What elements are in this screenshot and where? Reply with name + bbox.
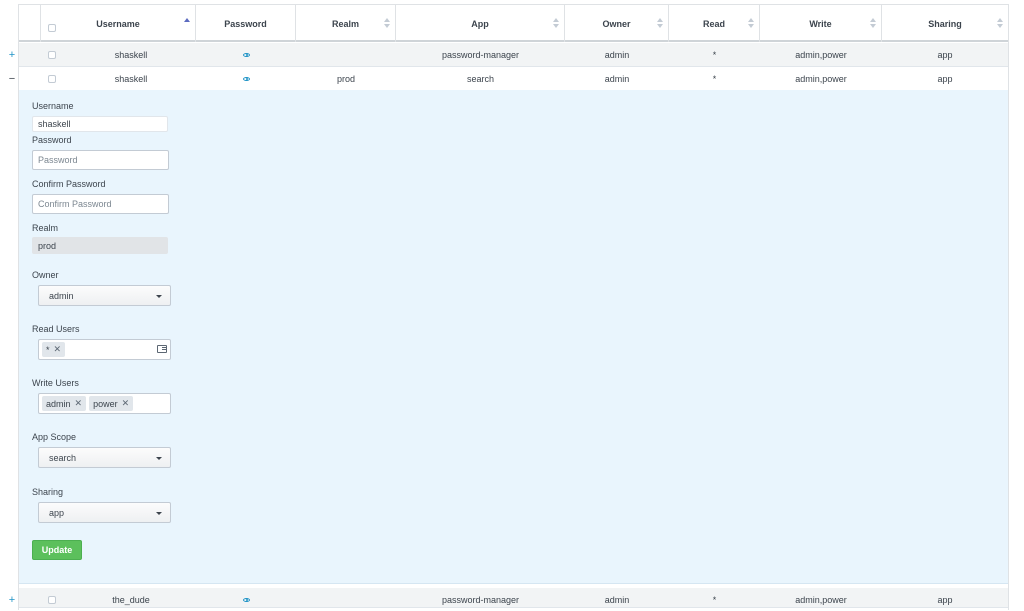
- table-row: + shaskell password-manager admin * admi…: [9, 43, 1008, 67]
- write-user-chip: admin ✕: [42, 396, 87, 411]
- owner-label: Owner: [32, 270, 59, 280]
- sort-ascending-icon[interactable]: [184, 18, 190, 29]
- cell-owner: admin: [604, 73, 630, 84]
- cell-username: the_dude: [112, 594, 150, 605]
- chip-label: power: [93, 398, 118, 409]
- chip-label: admin: [46, 398, 71, 409]
- table-header: Username Password Realm App Owner Read W…: [19, 4, 1008, 42]
- column-header-write[interactable]: Write: [760, 5, 882, 42]
- sort-icon[interactable]: [384, 18, 390, 29]
- cell-realm: [296, 43, 396, 66]
- cell-sharing: app: [937, 49, 953, 60]
- write-user-chip: power ✕: [89, 396, 134, 411]
- eye-icon[interactable]: [242, 52, 250, 57]
- column-label: Username: [96, 18, 140, 29]
- cell-write: admin,power: [795, 594, 847, 605]
- password-field[interactable]: Password: [32, 150, 169, 170]
- app-scope-selected-value: search: [49, 452, 77, 463]
- username-field[interactable]: shaskell: [32, 116, 168, 132]
- cell-sharing: app: [937, 73, 953, 84]
- read-user-chip: * ✕: [42, 342, 66, 357]
- column-header-read[interactable]: Read: [669, 5, 760, 42]
- column-header-realm[interactable]: Realm: [296, 5, 396, 42]
- app-scope-label: App Scope: [32, 432, 77, 442]
- realm-label: Realm: [32, 223, 59, 233]
- select-all-header: [19, 5, 41, 42]
- column-label: Read: [702, 18, 725, 29]
- cell-password: [196, 67, 296, 90]
- owner-dropdown[interactable]: admin: [38, 285, 171, 306]
- caret-down-icon: [156, 457, 162, 460]
- column-label: Sharing: [928, 18, 962, 29]
- sort-icon[interactable]: [997, 18, 1003, 29]
- expand-row-button[interactable]: +: [7, 588, 17, 611]
- cell-owner: admin: [604, 594, 630, 605]
- write-users-input[interactable]: admin ✕ power ✕: [38, 393, 171, 414]
- sort-icon[interactable]: [657, 18, 663, 29]
- chip-label: *: [46, 344, 50, 355]
- cell-app: search: [466, 73, 494, 84]
- credentials-table: Username Password Realm App Owner Read W…: [9, 4, 1009, 611]
- cell-username: shaskell: [114, 49, 148, 60]
- cell-owner: admin: [604, 49, 630, 60]
- column-header-app[interactable]: App: [396, 5, 565, 42]
- cell-sharing: app: [937, 594, 953, 605]
- column-header-username[interactable]: Username: [41, 5, 196, 42]
- password-label: Password: [32, 135, 72, 145]
- eye-icon[interactable]: [242, 76, 250, 81]
- sort-icon[interactable]: [870, 18, 876, 29]
- cell-password: [196, 588, 296, 611]
- table-row: + the_dude password-manager admin * admi…: [9, 584, 1008, 611]
- cell-realm: [296, 588, 396, 611]
- remove-chip-icon[interactable]: ✕: [54, 344, 62, 355]
- sort-icon[interactable]: [553, 18, 559, 29]
- table-row: − shaskell prod search admin * admin,pow…: [9, 67, 1008, 91]
- sort-icon[interactable]: [748, 18, 754, 29]
- cell-password: [196, 43, 296, 66]
- edit-credential-form: Username shaskell Password Password Conf…: [19, 90, 1008, 584]
- sharing-selected-value: app: [49, 507, 65, 518]
- column-label: Write: [809, 18, 832, 29]
- sharing-dropdown[interactable]: app: [38, 502, 171, 523]
- read-users-input[interactable]: * ✕: [38, 339, 171, 360]
- cell-read: *: [712, 594, 717, 605]
- remove-chip-icon[interactable]: ✕: [75, 398, 83, 409]
- column-label: App: [471, 18, 489, 29]
- update-button[interactable]: Update: [32, 540, 82, 560]
- column-label: Owner: [602, 18, 631, 29]
- cell-read: *: [712, 73, 717, 84]
- realm-field: prod: [32, 237, 168, 254]
- expand-row-button[interactable]: +: [7, 43, 17, 66]
- cell-realm: prod: [336, 73, 355, 84]
- column-label: Password: [224, 18, 267, 29]
- column-label: Realm: [331, 18, 359, 29]
- confirm-password-label: Confirm Password: [32, 179, 106, 189]
- column-header-owner[interactable]: Owner: [565, 5, 669, 42]
- remove-chip-icon[interactable]: ✕: [122, 398, 130, 409]
- cell-write: admin,power: [795, 49, 847, 60]
- read-users-label: Read Users: [32, 324, 80, 334]
- app-scope-dropdown[interactable]: search: [38, 447, 171, 468]
- select-all-checkbox[interactable]: [48, 24, 56, 32]
- caret-down-icon: [156, 295, 162, 298]
- write-users-label: Write Users: [32, 378, 79, 388]
- caret-down-icon: [156, 512, 162, 515]
- eye-icon[interactable]: [242, 597, 250, 602]
- collapse-row-button[interactable]: −: [7, 67, 17, 90]
- cell-write: admin,power: [795, 73, 847, 84]
- username-label: Username: [32, 101, 74, 111]
- sharing-label: Sharing: [32, 487, 64, 497]
- column-header-password[interactable]: Password: [196, 5, 296, 42]
- cell-app: password-manager: [441, 594, 520, 605]
- confirm-password-field[interactable]: Confirm Password: [32, 194, 169, 214]
- column-header-sharing[interactable]: Sharing: [882, 5, 1008, 42]
- list-icon[interactable]: [157, 345, 167, 353]
- cell-read: *: [712, 49, 717, 60]
- cell-app: password-manager: [441, 49, 520, 60]
- cell-username: shaskell: [114, 73, 148, 84]
- owner-selected-value: admin: [49, 290, 74, 301]
